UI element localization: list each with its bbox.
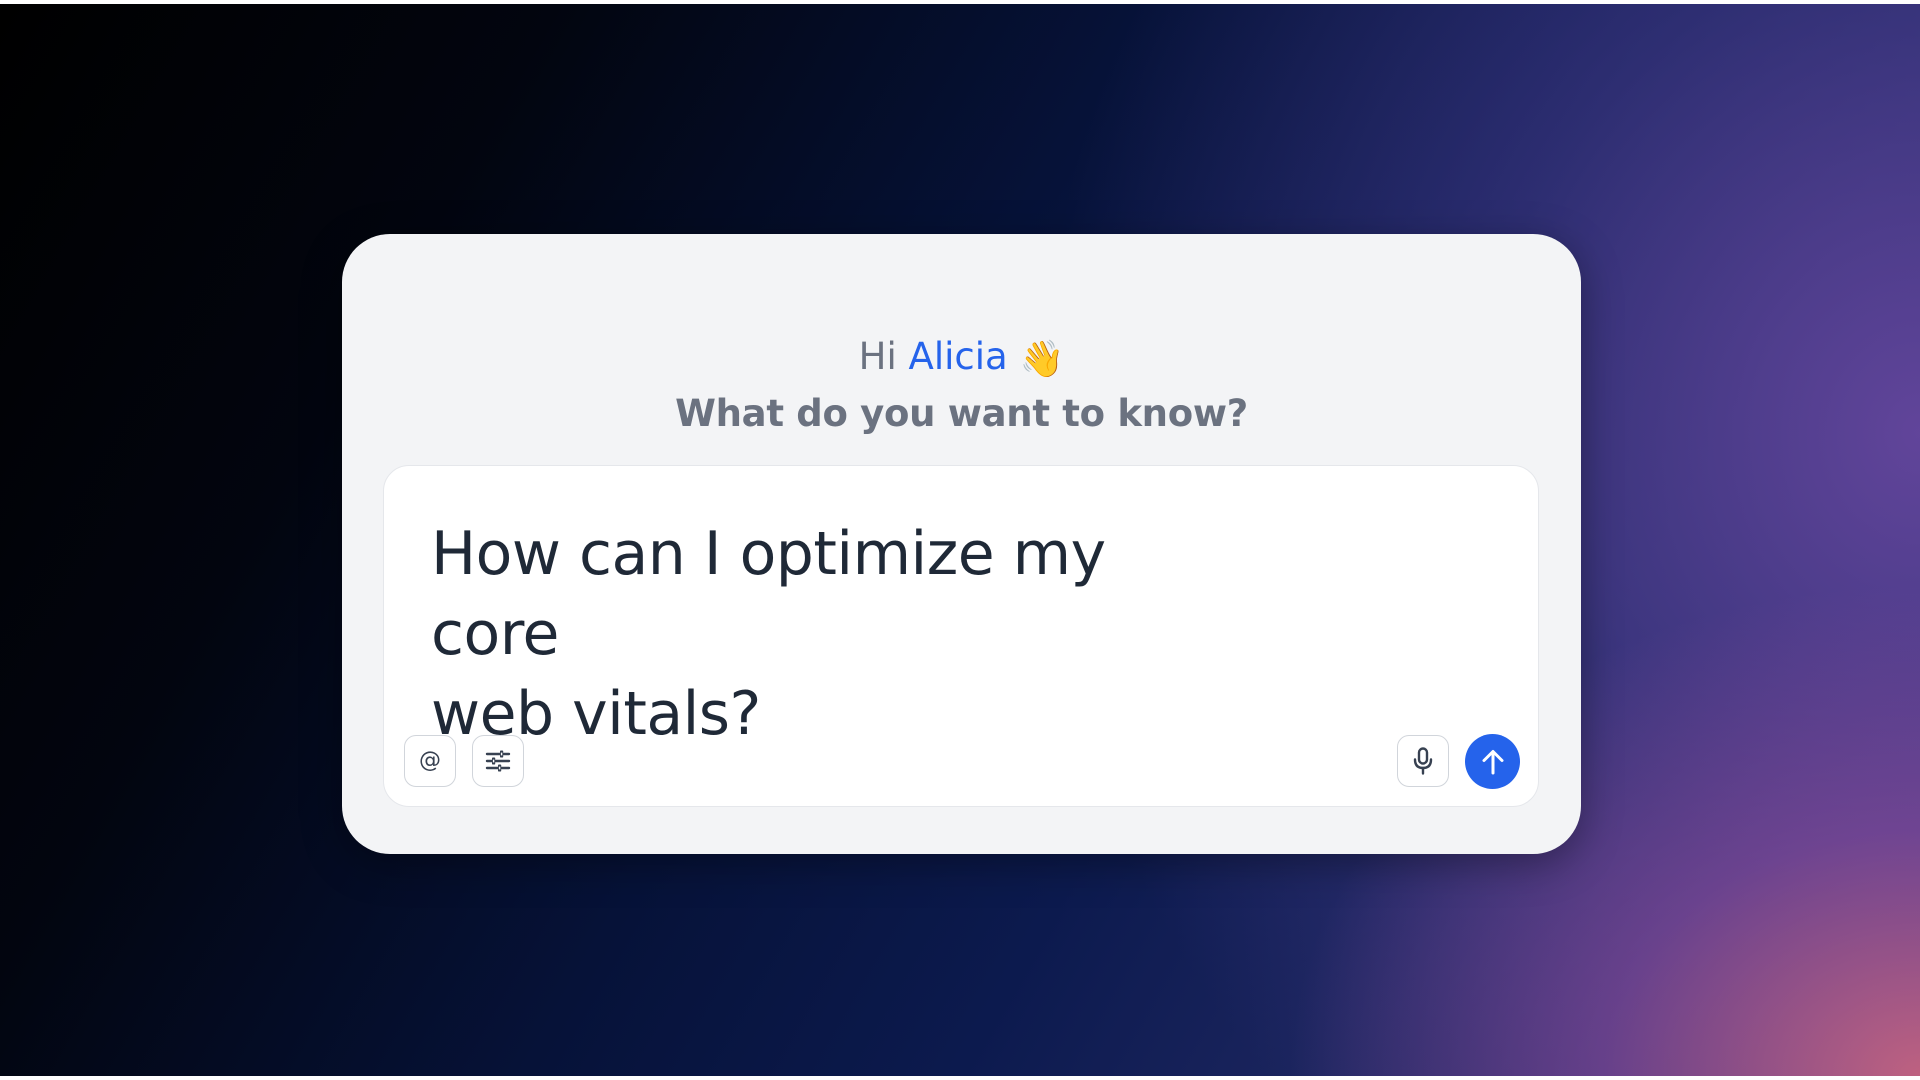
- mention-button[interactable]: @: [404, 735, 456, 787]
- query-text[interactable]: How can I optimize my core web vitals?: [431, 514, 1251, 754]
- send-button[interactable]: [1465, 734, 1520, 789]
- prompt-subtitle: What do you want to know?: [675, 392, 1248, 435]
- settings-button[interactable]: [472, 735, 524, 787]
- sliders-icon: [485, 750, 511, 772]
- user-name: Alicia: [908, 335, 1008, 378]
- microphone-button[interactable]: [1397, 735, 1449, 787]
- query-text-line-1: How can I optimize my core: [431, 519, 1106, 669]
- waving-hand-icon: 👋: [1019, 339, 1065, 380]
- query-input[interactable]: How can I optimize my core web vitals? @: [383, 465, 1539, 807]
- greeting: Hi Alicia 👋: [342, 332, 1581, 385]
- query-text-line-2: web vitals?: [431, 679, 761, 749]
- microphone-icon: [1413, 747, 1433, 775]
- assistant-card: Hi Alicia 👋 What do you want to know? Ho…: [342, 234, 1581, 854]
- greeting-prefix: Hi: [858, 335, 897, 378]
- at-icon: @: [419, 748, 441, 773]
- arrow-up-icon: [1482, 749, 1503, 774]
